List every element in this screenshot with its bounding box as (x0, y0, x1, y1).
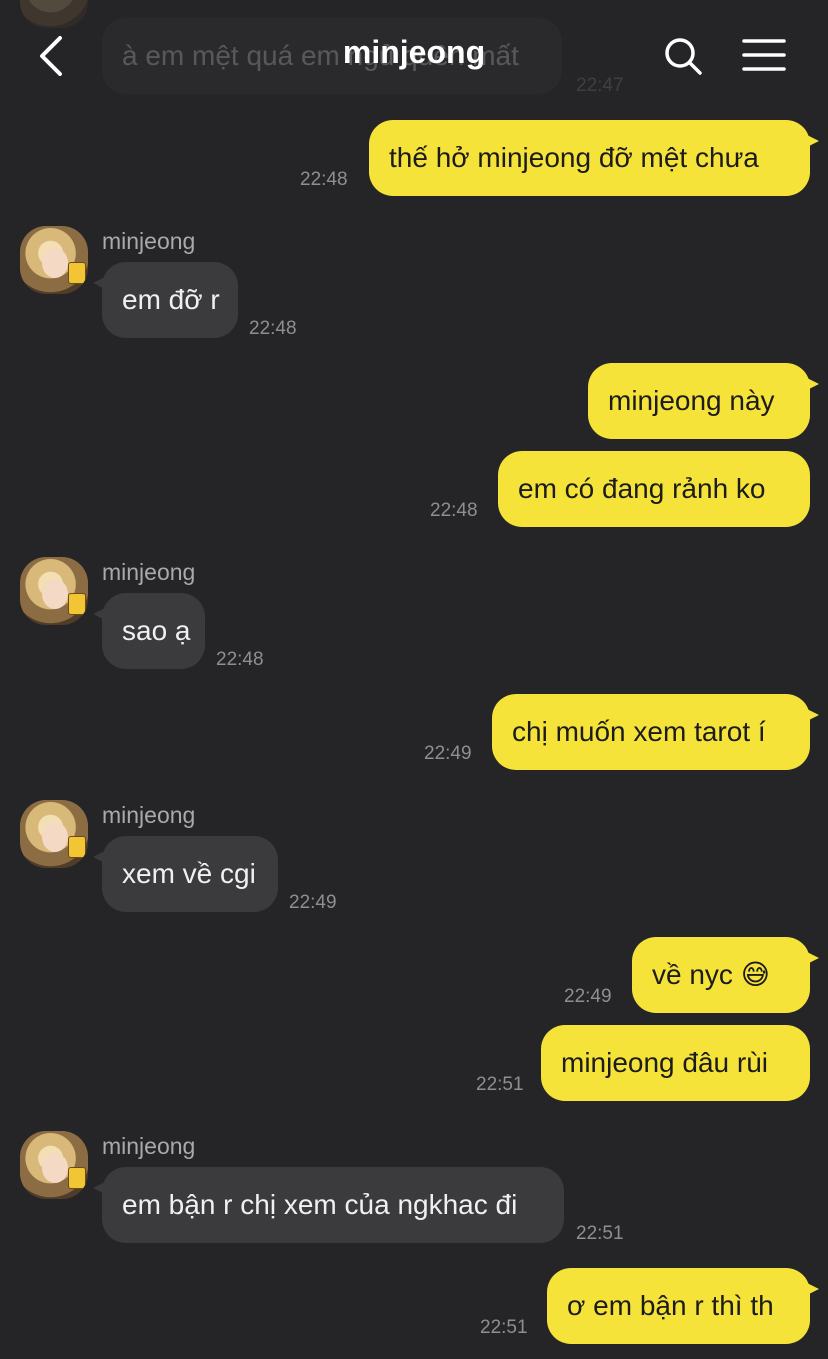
message-bubble-sent[interactable]: chị muốn xem tarot í (492, 694, 819, 770)
message-bubble-sent[interactable]: ơ em bận r thì th (547, 1268, 819, 1344)
message-bubble-sent[interactable]: minjeong này (588, 363, 819, 439)
menu-button[interactable] (742, 38, 786, 72)
hamburger-menu-icon (742, 39, 786, 71)
message-bubble-sent[interactable]: thế hở minjeong đỡ mệt chưa (369, 120, 819, 196)
contact-avatar[interactable] (20, 800, 88, 868)
message-timestamp: 22:49 (564, 986, 612, 1007)
sender-name: minjeong (102, 802, 196, 828)
avatar[interactable] (20, 0, 88, 28)
message-timestamp: 22:48 (430, 500, 478, 521)
message-timestamp: 22:51 (576, 1223, 624, 1244)
message-timestamp: 22:49 (424, 743, 472, 764)
contact-avatar[interactable] (20, 557, 88, 625)
message-bubble-received[interactable]: sao ạ (93, 593, 205, 669)
message-bubble-received[interactable]: em đỡ r (93, 262, 238, 338)
message-bubble-sent[interactable]: về nyc 😅 (632, 937, 819, 1013)
message-bubble-received[interactable]: xem về cgi (93, 836, 278, 912)
message-bubble-sent[interactable]: em có đang rảnh ko (498, 451, 810, 527)
sender-name: minjeong (102, 1133, 196, 1159)
contact-avatar[interactable] (20, 1131, 88, 1199)
search-button[interactable] (662, 35, 704, 77)
contact-avatar[interactable] (20, 226, 88, 294)
search-icon (665, 38, 702, 75)
message-bubble-received[interactable]: em bận r chị xem của ngkhac đi (93, 1167, 564, 1243)
message-timestamp: 22:48 (249, 318, 297, 339)
message-bubble-sent[interactable]: minjeong đâu rùi (541, 1025, 810, 1101)
sender-name: minjeong (102, 559, 196, 585)
message-timestamp: 22:48 (216, 649, 264, 670)
message-timestamp: 22:47 (576, 75, 624, 96)
message-timestamp: 22:51 (480, 1317, 528, 1338)
message-timestamp: 22:51 (476, 1074, 524, 1095)
sender-name: minjeong (102, 228, 196, 254)
message-timestamp: 22:48 (300, 169, 348, 190)
message-timestamp: 22:49 (289, 892, 337, 913)
